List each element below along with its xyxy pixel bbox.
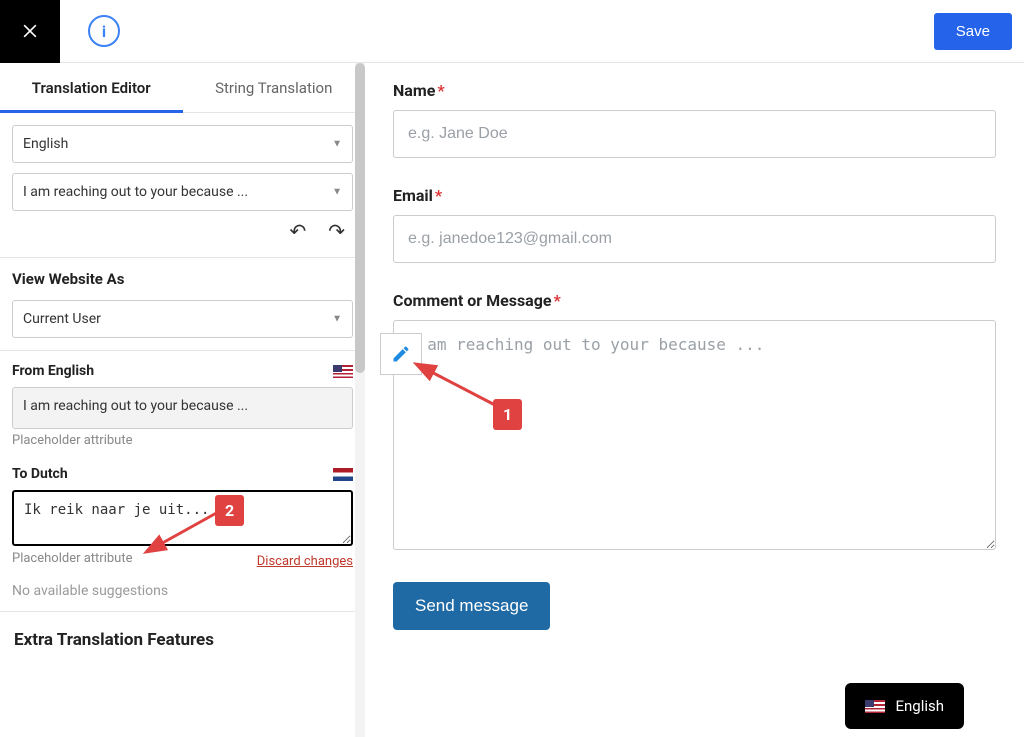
discard-changes-link[interactable]: Discard changes — [257, 554, 353, 569]
nl-flag-icon — [333, 468, 353, 481]
callout-badge-2: 2 — [215, 495, 244, 526]
extra-features-heading: Extra Translation Features — [0, 612, 365, 656]
sidebar: Translation Editor String Translation En… — [0, 63, 365, 737]
tab-translation-editor[interactable]: Translation Editor — [0, 63, 183, 112]
string-select[interactable]: I am reaching out to your because ... ▼ — [12, 173, 353, 211]
chevron-down-icon: ▼ — [332, 187, 342, 198]
save-button[interactable]: Save — [934, 13, 1012, 50]
language-switcher[interactable]: English — [845, 683, 964, 729]
to-label: To Dutch — [12, 466, 68, 482]
view-as-title: View Website As — [12, 270, 353, 288]
source-text: I am reaching out to your because ... — [12, 387, 353, 429]
pencil-icon — [391, 344, 411, 364]
callout-badge-1: 1 — [493, 399, 522, 430]
info-icon[interactable]: i — [88, 15, 120, 47]
send-message-button[interactable]: Send message — [393, 582, 550, 630]
topbar: i Save — [0, 0, 1024, 63]
translation-hint: Placeholder attribute — [12, 551, 132, 566]
close-button[interactable] — [0, 0, 60, 63]
email-input[interactable] — [393, 215, 996, 263]
tab-bar: Translation Editor String Translation — [0, 63, 365, 113]
required-mark: * — [435, 186, 442, 205]
us-flag-icon — [865, 700, 885, 713]
undo-icon[interactable]: ↶ — [289, 219, 306, 243]
language-switcher-label: English — [895, 697, 944, 715]
close-icon — [20, 21, 40, 41]
email-label: Email* — [393, 186, 996, 205]
scrollbar-track[interactable] — [355, 63, 365, 737]
required-mark: * — [554, 291, 561, 310]
chevron-down-icon: ▼ — [332, 314, 342, 325]
string-select-value: I am reaching out to your because ... — [23, 184, 248, 200]
view-as-select[interactable]: Current User ▼ — [12, 300, 353, 338]
message-label: Comment or Message* — [393, 291, 996, 310]
scrollbar-thumb[interactable] — [355, 63, 365, 373]
redo-icon[interactable]: ↷ — [328, 219, 345, 243]
tab-string-translation[interactable]: String Translation — [183, 63, 366, 112]
source-hint: Placeholder attribute — [12, 433, 353, 448]
language-select[interactable]: English ▼ — [12, 125, 353, 163]
chevron-down-icon: ▼ — [332, 139, 342, 150]
message-textarea[interactable] — [393, 320, 996, 550]
view-as-value: Current User — [23, 311, 101, 327]
us-flag-icon — [333, 365, 353, 378]
name-input[interactable] — [393, 110, 996, 158]
from-label: From English — [12, 363, 94, 379]
language-select-value: English — [23, 136, 68, 152]
no-suggestions-text: No available suggestions — [12, 583, 353, 599]
name-label: Name* — [393, 81, 996, 100]
arrow-annotation-2 — [140, 506, 225, 556]
required-mark: * — [437, 81, 444, 100]
arrow-annotation-1 — [410, 360, 500, 410]
